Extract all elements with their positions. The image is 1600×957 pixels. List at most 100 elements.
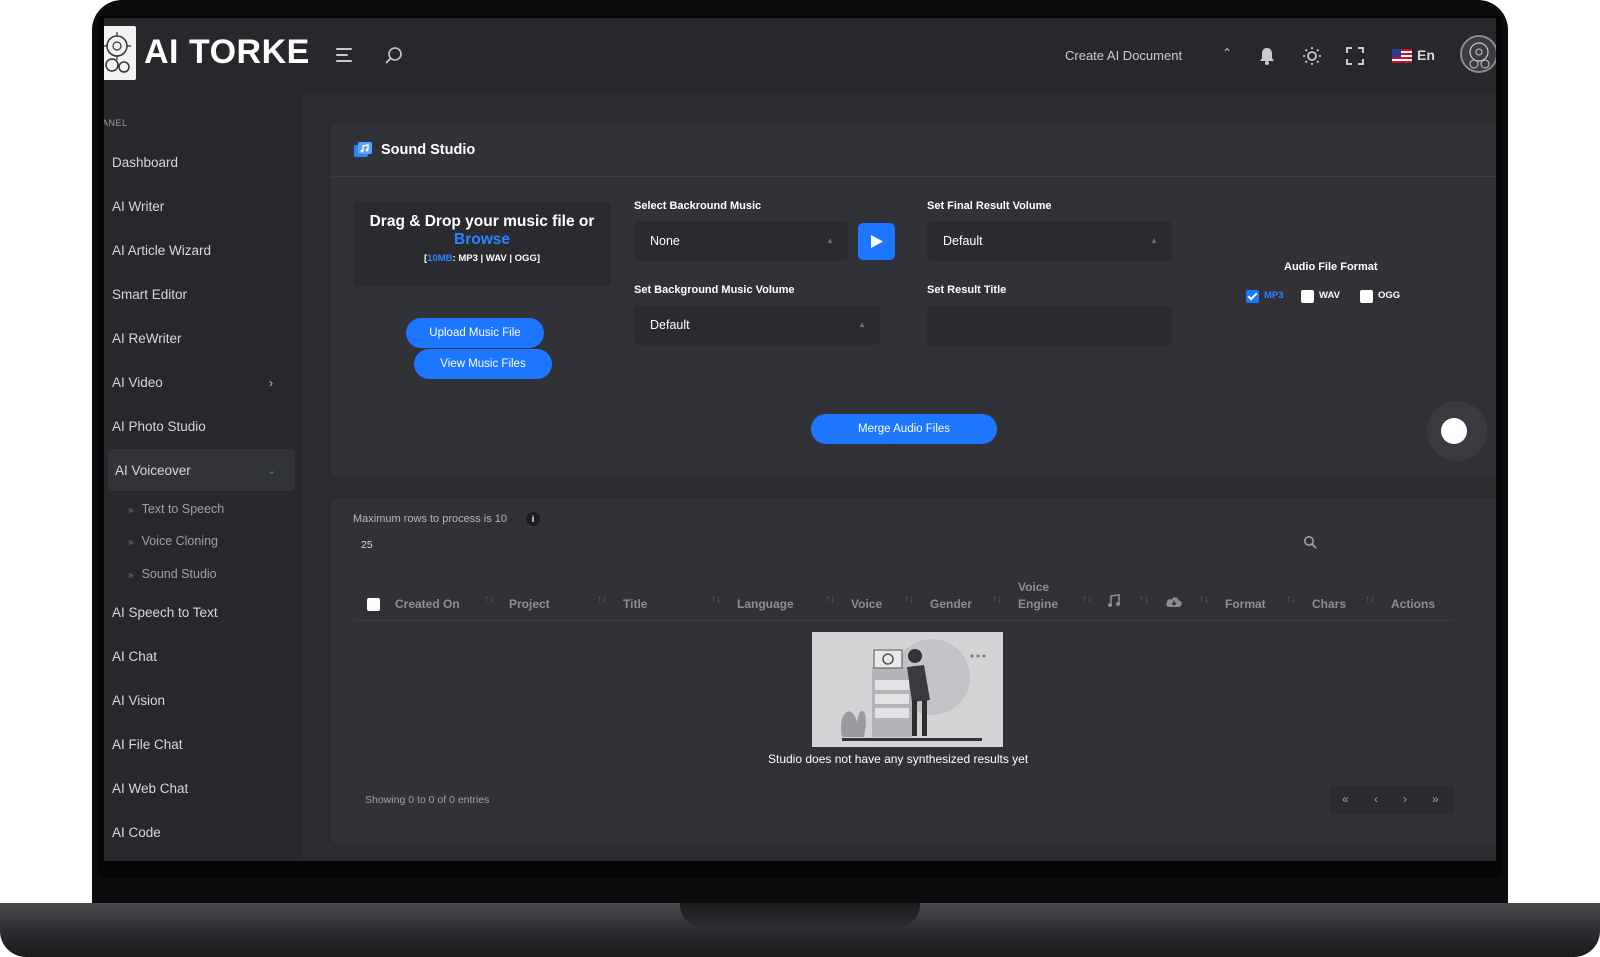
sort-icon[interactable]: ↑↓ [825, 594, 835, 605]
final-volume-label: Set Final Result Volume [927, 200, 1052, 212]
first-page-button[interactable]: « [1342, 792, 1349, 806]
wav-checkbox[interactable] [1301, 290, 1314, 303]
sidebar-item-ai-chat[interactable]: AI Chat [112, 649, 157, 664]
bg-music-select[interactable]: None ▲ [634, 221, 848, 261]
wav-label: WAV [1319, 290, 1340, 301]
laptop-notch [680, 903, 920, 927]
sound-studio-icon [354, 142, 372, 163]
sort-icon[interactable]: ↑↓ [904, 594, 914, 605]
sort-icon[interactable]: ↑↓ [711, 594, 721, 605]
sidebar-item-ai-speech-to-text[interactable]: AI Speech to Text [112, 605, 218, 620]
app-screen: AI TORKE Create AI Document ⌃ En ANEL Da… [104, 18, 1496, 861]
sun-icon[interactable] [1302, 46, 1322, 71]
us-flag-icon[interactable] [1392, 49, 1412, 63]
browse-link[interactable]: Browse [353, 231, 611, 249]
sort-icon[interactable]: ↑↓ [597, 594, 607, 605]
top-header: AI TORKE Create AI Document ⌃ En [104, 18, 1496, 94]
drop-zone-text: Drag & Drop your music file or [369, 213, 595, 230]
col-gender[interactable]: Gender [930, 597, 972, 611]
bell-icon[interactable] [1258, 46, 1276, 71]
sidebar-item-ai-article-wizard[interactable]: AI Article Wizard [112, 243, 211, 258]
col-title[interactable]: Title [623, 597, 647, 611]
merge-audio-button[interactable]: Merge Audio Files [811, 414, 997, 444]
sidebar-item-ai-code[interactable]: AI Code [112, 825, 161, 840]
sort-icon[interactable]: ↑↓ [484, 594, 494, 605]
drop-zone[interactable]: Drag & Drop your music file or Browse [1… [353, 201, 611, 287]
bullet-icon: » [128, 570, 134, 581]
search-icon[interactable] [384, 46, 404, 71]
sort-icon[interactable]: ↑↓ [1365, 594, 1375, 605]
sort-icon[interactable]: ↑↓ [1082, 594, 1092, 605]
col-actions: Actions [1391, 597, 1436, 611]
result-title-label: Set Result Title [927, 284, 1007, 296]
sidebar-item-ai-video[interactable]: AI Video [112, 375, 163, 390]
logo-text[interactable]: AI TORKE [144, 33, 310, 72]
view-music-files-button[interactable]: View Music Files [414, 349, 552, 379]
col-voice-engine-line1[interactable]: Voice [1018, 580, 1049, 594]
chat-widget-button[interactable] [1427, 401, 1487, 461]
col-voice[interactable]: Voice [851, 597, 882, 611]
sort-icon[interactable]: ↑↓ [1139, 594, 1149, 605]
sidebar-item-ai-writer[interactable]: AI Writer [112, 199, 164, 214]
cloud-download-icon[interactable] [1165, 595, 1183, 611]
result-title-input[interactable] [927, 306, 1172, 346]
sidebar-subitem-label: Voice Cloning [141, 534, 219, 548]
select-arrows-icon: ▲ [1150, 236, 1158, 245]
sidebar-item-ai-voiceover[interactable]: AI Voiceover [115, 463, 191, 478]
sort-icon[interactable]: ↑↓ [1286, 594, 1296, 605]
hamburger-icon[interactable] [336, 48, 352, 64]
select-all-checkbox[interactable] [367, 598, 380, 611]
mp3-checkbox[interactable] [1246, 290, 1259, 303]
rows-per-page-select[interactable]: 25 [361, 539, 373, 551]
col-project[interactable]: Project [509, 597, 550, 611]
mp3-label: MP3 [1264, 290, 1284, 301]
chevron-right-icon[interactable]: › [269, 376, 273, 390]
col-format[interactable]: Format [1225, 597, 1266, 611]
sidebar-item-smart-editor[interactable]: Smart Editor [112, 287, 187, 302]
col-voice-engine-line2[interactable]: Engine [1018, 597, 1058, 611]
next-page-button[interactable]: › [1403, 792, 1407, 806]
info-icon[interactable]: i [526, 512, 540, 526]
prev-page-button[interactable]: ‹ [1374, 792, 1378, 806]
final-volume-value: Default [943, 234, 983, 248]
sort-icon[interactable]: ↑↓ [992, 594, 1002, 605]
sidebar-subitem-text-to-speech[interactable]: » Text to Speech [128, 502, 224, 516]
bg-music-value: None [650, 234, 680, 248]
table-header-divider [353, 620, 1453, 621]
col-chars[interactable]: Chars [1312, 597, 1346, 611]
sidebar-subitem-sound-studio[interactable]: » Sound Studio [128, 567, 217, 581]
bg-volume-select[interactable]: Default ▲ [634, 305, 880, 345]
ogg-checkbox[interactable] [1360, 290, 1373, 303]
sidebar-subitem-voice-cloning[interactable]: » Voice Cloning [128, 534, 218, 548]
caret-up-icon[interactable]: ⌃ [1222, 46, 1232, 60]
logo-icon[interactable] [104, 26, 136, 80]
chevron-down-icon[interactable]: ⌄ [267, 464, 276, 477]
last-page-button[interactable]: » [1432, 792, 1439, 806]
language-selector[interactable]: En [1417, 47, 1435, 63]
select-arrows-icon: ▲ [858, 320, 866, 329]
music-note-icon[interactable] [1107, 594, 1121, 611]
avatar[interactable] [1460, 35, 1496, 73]
allowed-formats: : MP3 | WAV | OGG [452, 253, 537, 264]
drop-zone-formats: [10MB: MP3 | WAV | OGG] [424, 253, 540, 264]
sidebar-item-ai-photo-studio[interactable]: AI Photo Studio [112, 419, 206, 434]
sidebar-item-ai-web-chat[interactable]: AI Web Chat [112, 781, 188, 796]
final-volume-select[interactable]: Default ▲ [927, 221, 1172, 261]
bg-music-label: Select Backround Music [634, 200, 762, 212]
ogg-label: OGG [1378, 290, 1401, 301]
page-title: Sound Studio [381, 142, 476, 158]
sort-icon[interactable]: ↑↓ [1199, 594, 1209, 605]
sidebar-item-ai-rewriter[interactable]: AI ReWriter [112, 331, 182, 346]
play-button[interactable] [858, 223, 895, 260]
col-language[interactable]: Language [737, 597, 794, 611]
upload-music-button[interactable]: Upload Music File [406, 318, 544, 348]
fullscreen-icon[interactable] [1346, 47, 1364, 70]
bullet-icon: » [128, 505, 134, 516]
table-search-icon[interactable] [1303, 535, 1317, 554]
sidebar-item-ai-vision[interactable]: AI Vision [112, 693, 165, 708]
col-created-on[interactable]: Created On [395, 597, 460, 611]
sidebar-item-ai-file-chat[interactable]: AI File Chat [112, 737, 183, 752]
create-ai-document-button[interactable]: Create AI Document [1065, 48, 1182, 63]
sidebar-item-dashboard[interactable]: Dashboard [112, 155, 178, 170]
bg-volume-value: Default [650, 318, 690, 332]
